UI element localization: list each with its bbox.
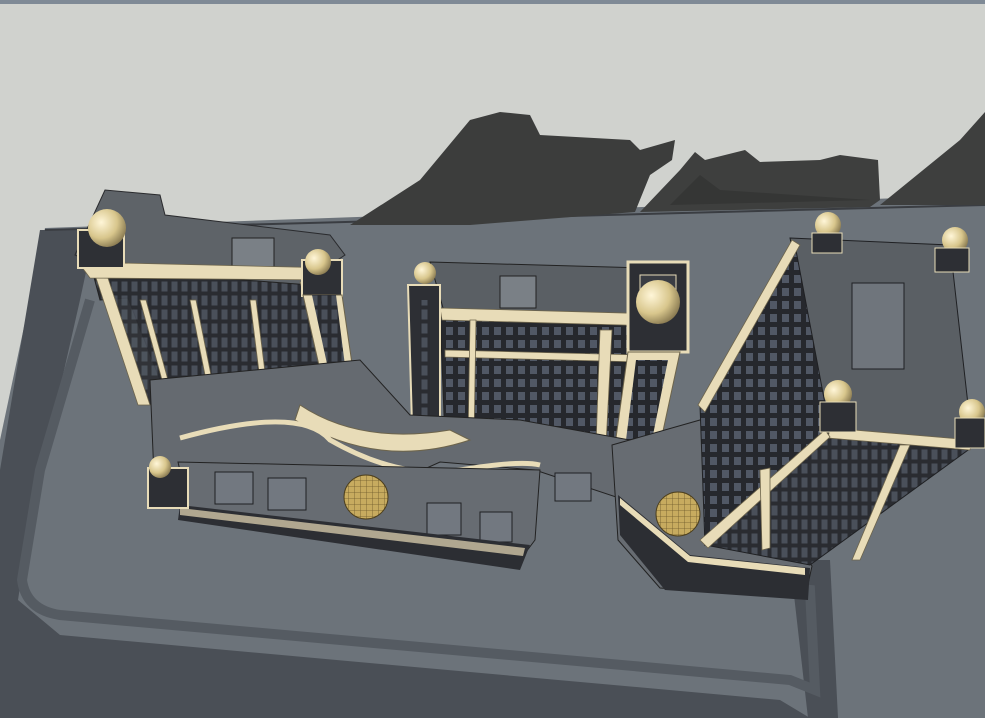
scene-canvas[interactable] [0, 0, 985, 718]
dome-ornament [88, 209, 126, 247]
model-viewport[interactable] [0, 0, 985, 718]
lobby-dome [343, 474, 389, 520]
viewport-top-border [0, 0, 985, 4]
